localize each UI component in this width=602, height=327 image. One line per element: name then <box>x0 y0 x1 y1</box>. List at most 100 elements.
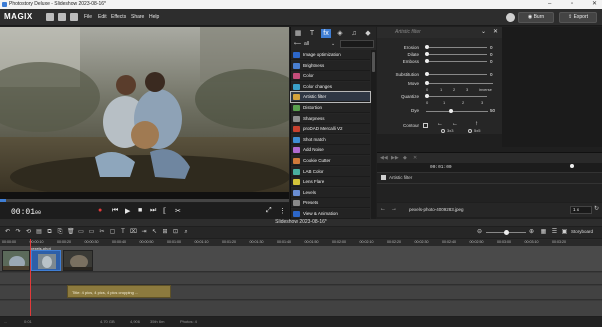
more-icon[interactable]: ⋮ <box>279 207 286 215</box>
effect-category-item[interactable]: Add Noise <box>291 145 370 156</box>
photo-clip[interactable] <box>2 250 30 271</box>
minimize-icon[interactable]: – <box>548 0 551 9</box>
view-timeline-icon[interactable]: ☰ <box>551 228 558 236</box>
frame-icon[interactable]: ▭ <box>78 228 85 236</box>
text-icon[interactable]: T <box>120 228 127 236</box>
burn-button[interactable]: ◉ Burn <box>518 12 554 23</box>
storyboard-icon[interactable]: ▣ <box>561 228 568 236</box>
property-slider[interactable] <box>429 61 487 62</box>
zoom-field[interactable]: 1 x <box>570 206 592 214</box>
effect-category-item[interactable]: Distortion <box>291 103 370 113</box>
storyboard-label[interactable]: Storyboard <box>571 229 593 234</box>
preview-position-bar[interactable] <box>0 199 289 202</box>
quantize-slider[interactable] <box>429 96 487 97</box>
effect-category-item[interactable]: Lens Flare <box>291 177 370 188</box>
menu-share[interactable]: Share <box>131 14 144 20</box>
open-folder-icon[interactable] <box>58 13 66 21</box>
back-arrow-icon[interactable]: ⟵ <box>294 41 301 47</box>
photo-clip-selected[interactable] <box>31 250 61 271</box>
redo-icon[interactable]: ↷ <box>15 228 22 236</box>
move-slider[interactable] <box>429 83 493 84</box>
zoom-knob[interactable] <box>504 230 509 235</box>
frame-icon[interactable]: ▭ <box>88 228 95 236</box>
record-icon[interactable]: ● <box>98 207 102 214</box>
grid-icon[interactable]: ⊞ <box>162 228 169 236</box>
property-slider[interactable] <box>429 74 487 75</box>
kf-delete-icon[interactable]: ✕ <box>413 155 417 161</box>
radio-5x5[interactable] <box>468 129 472 133</box>
radio-3x3[interactable] <box>441 129 445 133</box>
close-icon[interactable]: ✕ <box>592 0 597 9</box>
back-arrow-icon[interactable]: ← <box>380 206 386 212</box>
chevron-down-icon[interactable]: ⌄ <box>331 41 335 47</box>
menu-edit[interactable]: Edit <box>98 14 107 20</box>
tab-media-icon[interactable]: ▦ <box>293 29 303 38</box>
left-arrow-icon[interactable]: ← <box>452 121 458 127</box>
left-arrow-icon[interactable]: ← <box>437 121 443 127</box>
effects-scrollbar[interactable] <box>371 50 376 219</box>
effect-category-item[interactable]: Levels <box>291 187 370 198</box>
tab-transitions-icon[interactable]: ◈ <box>335 29 345 38</box>
title-clip[interactable]: Title: 4 pics, 4 pics, 4 pics cropping .… <box>67 285 171 298</box>
effect-category-item[interactable]: Image optimization <box>291 50 370 60</box>
effect-category-item[interactable]: LAB Color <box>291 166 370 177</box>
view-grid-icon[interactable]: ▦ <box>540 228 547 236</box>
menu-file[interactable]: File <box>84 14 92 20</box>
crop-icon[interactable]: ▢ <box>109 228 116 236</box>
zoom-minus-icon[interactable]: ⊖ <box>476 228 483 236</box>
effect-category-item[interactable]: Sharpness <box>291 113 370 124</box>
cut-icon[interactable]: ✂ <box>175 207 181 215</box>
maximize-icon[interactable]: ▫ <box>571 0 573 9</box>
reset-icon[interactable]: ⟲ <box>25 228 32 236</box>
scroll-thumb[interactable] <box>372 52 375 72</box>
filter-select[interactable]: all <box>304 41 309 47</box>
stop-icon[interactable]: ■ <box>138 207 142 214</box>
collapse-icon[interactable]: ⌄ <box>481 28 486 35</box>
paste-icon[interactable]: ⎘ <box>57 228 64 236</box>
keyframe-marker[interactable] <box>570 164 574 168</box>
marker-icon[interactable]: ▤ <box>36 228 43 236</box>
close-icon[interactable]: ✕ <box>493 28 498 35</box>
tab-templates-icon[interactable]: ◆ <box>363 29 373 38</box>
trim-icon[interactable]: ⇥ <box>141 228 148 236</box>
tab-effects-icon[interactable]: fx <box>321 29 331 38</box>
delete-icon[interactable]: 🗑 <box>67 228 75 236</box>
effect-category-item[interactable]: Artistic filter <box>290 91 371 104</box>
kf-next-icon[interactable]: ▶▶ <box>391 155 399 161</box>
property-slider[interactable] <box>429 54 487 55</box>
new-file-icon[interactable] <box>46 13 54 21</box>
play-icon[interactable]: ▶ <box>125 207 130 215</box>
skip-back-icon[interactable]: ⏮ <box>112 207 118 215</box>
effect-category-item[interactable]: Color <box>291 71 370 82</box>
undo-icon[interactable]: ↶ <box>4 228 11 236</box>
effect-category-item[interactable]: Shot match <box>291 134 370 145</box>
tab-text-icon[interactable]: T <box>307 29 317 38</box>
effect-category-item[interactable]: proDAD Mercalli V2 <box>291 124 370 135</box>
effect-category-item[interactable]: View & Animation <box>291 209 370 219</box>
menu-effects[interactable]: Effects <box>111 14 126 20</box>
mark-in-icon[interactable]: ⟦ <box>163 207 166 215</box>
effect-category-item[interactable]: Cookie Cutter <box>291 156 370 166</box>
zoom-plus-icon[interactable]: ⊕ <box>528 228 535 236</box>
export-button[interactable]: ⇪ Export <box>559 12 597 23</box>
up-arrow-icon[interactable]: ↑ <box>475 121 478 127</box>
tab-music-icon[interactable]: ♫ <box>349 29 359 38</box>
save-icon[interactable] <box>70 13 78 21</box>
effect-category-item[interactable]: Brightness <box>291 60 370 71</box>
pointer-icon[interactable]: ↖ <box>151 228 158 236</box>
kf-add-icon[interactable]: ◆ <box>403 155 407 161</box>
fullscreen-icon[interactable]: ⤢ <box>266 207 272 215</box>
dye-slider[interactable] <box>426 111 488 112</box>
timeline-ruler[interactable]: 00:00:00 00:00:10 00:00:20 00:00:30 00:00:40… <box>0 239 602 246</box>
property-slider[interactable] <box>429 47 487 48</box>
effect-category-item[interactable]: Presets <box>291 198 370 209</box>
snap-icon[interactable]: ⊡ <box>172 228 179 236</box>
reset-icon[interactable]: ↻ <box>594 205 599 212</box>
remove-icon[interactable]: ⌧ <box>130 228 137 236</box>
settings-icon[interactable] <box>506 13 515 22</box>
search-icon[interactable]: ⌕ <box>183 228 190 236</box>
split-icon[interactable]: ✂ <box>99 228 106 236</box>
keyframe-track-checkbox[interactable] <box>381 175 386 180</box>
photo-clip[interactable] <box>63 250 93 271</box>
kf-prev-icon[interactable]: ◀◀ <box>380 155 388 161</box>
